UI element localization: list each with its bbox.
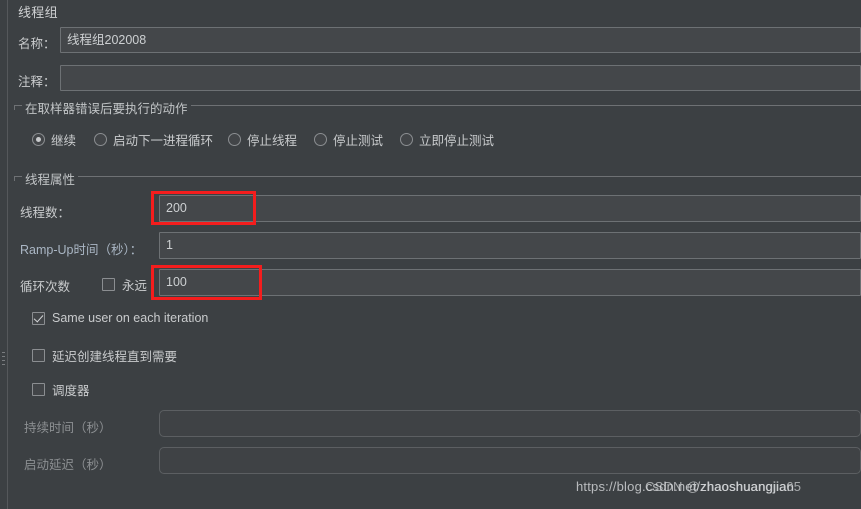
thread-count-label: 线程数： xyxy=(20,206,71,220)
group-separator-tick xyxy=(14,105,15,110)
radio-label: 立即停止测试 xyxy=(419,134,495,148)
radio-label: 停止线程 xyxy=(247,134,298,148)
loop-count-label: 循环次数 xyxy=(20,280,71,294)
scheduler-label: 调度器 xyxy=(52,384,90,398)
delay-thread-creation-label: 延迟创建线程直到需要 xyxy=(52,350,178,364)
group-separator-tick xyxy=(14,176,15,181)
loop-forever-label: 永远 xyxy=(122,279,148,293)
duration-input[interactable] xyxy=(159,410,861,437)
delay-thread-creation-checkbox[interactable]: 延迟创建线程直到需要 xyxy=(32,346,177,365)
scheduler-checkbox[interactable]: 调度器 xyxy=(32,380,90,399)
radio-start-next-loop[interactable]: 启动下一进程循环 xyxy=(94,130,213,149)
same-user-checkbox[interactable]: Same user on each iteration xyxy=(32,311,208,325)
checkbox-box-icon xyxy=(32,383,45,396)
radio-continue[interactable]: 继续 xyxy=(32,130,76,149)
page-title: 线程组 xyxy=(18,5,58,20)
ramp-up-input[interactable]: 1 xyxy=(159,232,861,259)
comment-label: 注释： xyxy=(18,75,56,89)
error-action-group-title: 在取样器错误后要执行的动作 xyxy=(22,98,191,117)
ramp-up-label: Ramp-Up时间（秒）： xyxy=(20,243,143,257)
error-action-radio-group: 继续 启动下一进程循环 停止线程 停止测试 立即停止测试 xyxy=(0,130,861,150)
error-action-group-header: 在取样器错误后要执行的动作 xyxy=(14,98,861,117)
startup-delay-label: 启动延迟（秒） xyxy=(24,458,112,472)
comment-input[interactable] xyxy=(60,65,861,91)
splitter-grip-icon xyxy=(2,352,5,368)
radio-dot-icon xyxy=(400,133,413,146)
checkbox-box-icon xyxy=(32,349,45,362)
radio-dot-icon xyxy=(32,133,45,146)
thread-group-panel: 线程组 名称： 线程组202008 注释： 在取样器错误后要执行的动作 继续 启… xyxy=(0,0,861,509)
name-input[interactable]: 线程组202008 xyxy=(60,27,861,53)
loop-count-input[interactable]: 100 xyxy=(159,269,861,296)
radio-stop-thread[interactable]: 停止线程 xyxy=(228,130,297,149)
radio-stop-test-now[interactable]: 立即停止测试 xyxy=(400,130,494,149)
loop-forever-checkbox[interactable]: 永远 xyxy=(102,275,147,294)
duration-label: 持续时间（秒） xyxy=(24,421,112,435)
watermark-handle: CSDN @zhaoshuangjia65 xyxy=(645,479,802,494)
radio-dot-icon xyxy=(94,133,107,146)
radio-label: 继续 xyxy=(51,134,77,148)
left-splitter-rail[interactable] xyxy=(0,0,8,509)
thread-properties-group-title: 线程属性 xyxy=(22,169,79,188)
thread-properties-group-header: 线程属性 xyxy=(14,169,861,188)
radio-dot-icon xyxy=(314,133,327,146)
checkbox-box-icon xyxy=(102,278,115,291)
group-separator-line xyxy=(14,176,861,177)
thread-count-input[interactable]: 200 xyxy=(159,195,861,222)
radio-stop-test[interactable]: 停止测试 xyxy=(314,130,383,149)
radio-label: 启动下一进程循环 xyxy=(113,134,214,148)
startup-delay-input[interactable] xyxy=(159,447,861,474)
radio-label: 停止测试 xyxy=(333,134,384,148)
checkbox-box-icon xyxy=(32,311,45,325)
radio-dot-icon xyxy=(228,133,241,146)
name-label: 名称： xyxy=(18,37,56,51)
same-user-label: Same user on each iteration xyxy=(52,311,209,325)
